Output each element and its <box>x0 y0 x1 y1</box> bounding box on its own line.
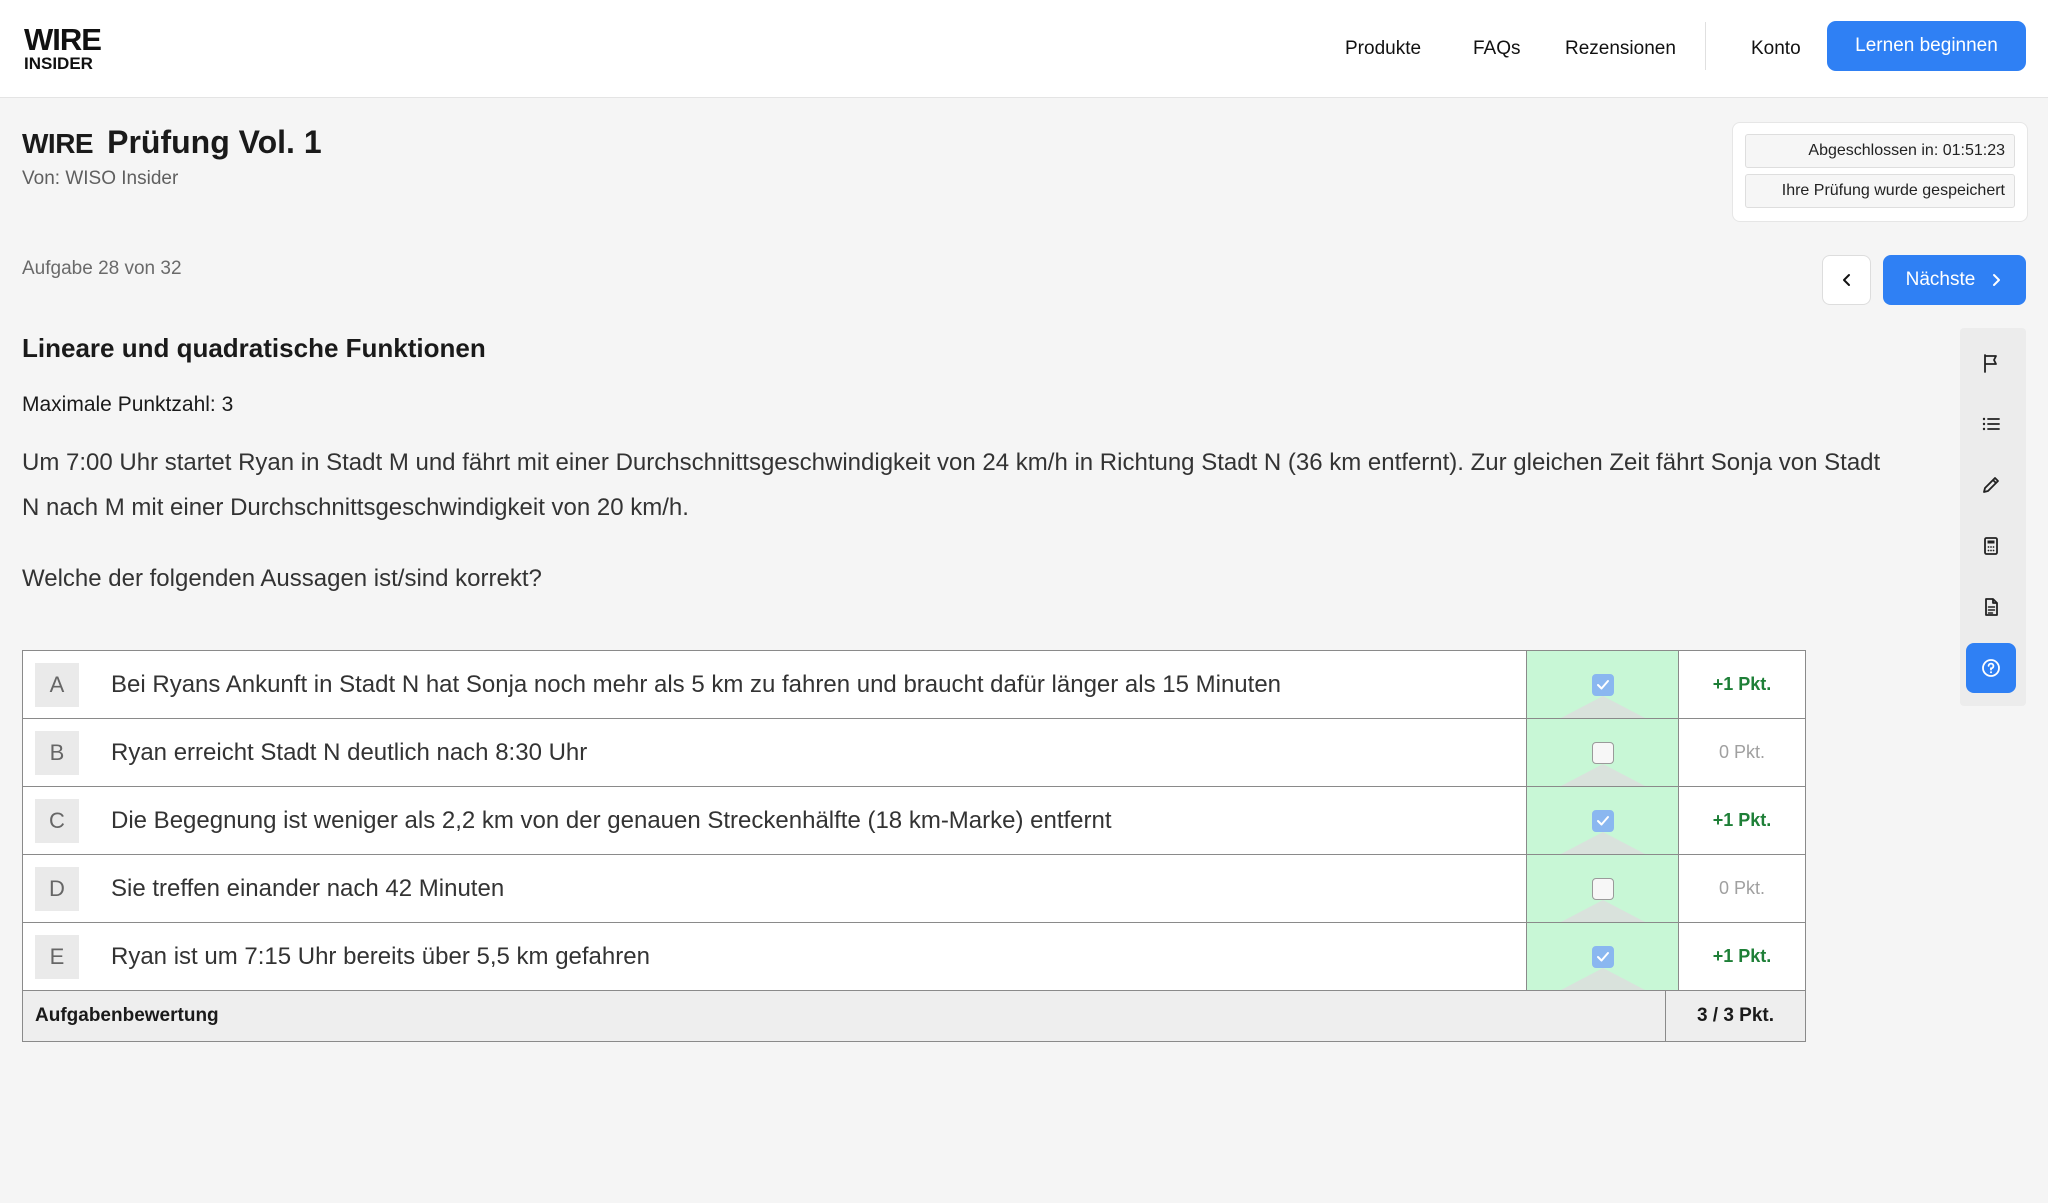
answer-letter-cell: C <box>23 787 111 854</box>
answer-points: +1 Pkt. <box>1712 674 1772 694</box>
exam-author: Von: WISO Insider <box>22 168 179 189</box>
document-tool-button[interactable] <box>1966 582 2016 632</box>
document-icon <box>1985 598 1998 616</box>
answer-checkbox[interactable] <box>1591 809 1614 832</box>
score-label: Aufgabenbewertung <box>23 991 1666 1041</box>
exam-name: Prüfung Vol. 1 <box>107 124 322 160</box>
list-icon <box>1982 417 2000 431</box>
top-navigation-bar: WIRE INSIDER Produkte FAQs Rezensionen K… <box>0 0 2048 98</box>
answer-text: Die Begegnung ist weniger als 2,2 km von… <box>111 806 1112 834</box>
chevron-right-icon <box>1993 274 2001 286</box>
nav-link-account[interactable]: Konto <box>1751 0 1801 98</box>
task-counter: Aufgabe 28 von 32 <box>22 258 182 279</box>
answer-letter: E <box>35 934 79 979</box>
answer-check-cell <box>1526 787 1679 854</box>
flag-icon <box>1984 354 1997 373</box>
chevron-left-icon <box>1842 274 1850 286</box>
start-learning-button[interactable]: Lernen beginnen <box>1827 21 2026 71</box>
next-task-button[interactable]: Nächste <box>1883 255 2026 305</box>
answer-text: Ryan erreicht Stadt N deutlich nach 8:30… <box>111 738 588 766</box>
answer-letter-cell: D <box>23 855 111 922</box>
cell-triangle-decoration <box>1560 968 1645 990</box>
answer-checkbox[interactable] <box>1591 877 1614 900</box>
answer-check-cell <box>1526 651 1679 718</box>
help-tool-button[interactable] <box>1966 643 2016 693</box>
next-button-label: Nächste <box>1905 269 1976 290</box>
logo-line-2: INSIDER <box>24 54 93 73</box>
question-text: Um 7:00 Uhr startet Ryan in Stadt M und … <box>22 449 1881 521</box>
answer-row-d: D Sie treffen einander nach 42 Minuten 0… <box>23 855 1805 923</box>
tool-sidebar <box>1960 328 2026 706</box>
cell-triangle-decoration <box>1560 832 1645 854</box>
answer-checkbox[interactable] <box>1591 673 1614 696</box>
answer-table: A Bei Ryans Ankunft in Stadt N hat Sonja… <box>22 650 1806 1042</box>
answer-letter-cell: E <box>23 923 111 990</box>
help-icon <box>1982 659 2000 677</box>
answer-row-e: E Ryan ist um 7:15 Uhr bereits über 5,5 … <box>23 923 1805 991</box>
flag-tool-button[interactable] <box>1966 338 2016 388</box>
exam-brand: WIRE <box>22 128 94 159</box>
pencil-tool-button[interactable] <box>1966 460 2016 510</box>
score-value: 3 / 3 Pkt. <box>1696 1005 1775 1026</box>
question-prompt: Welche der folgenden Aussagen ist/sind k… <box>22 565 542 592</box>
list-tool-button[interactable] <box>1966 399 2016 449</box>
calculator-icon <box>1984 537 1998 555</box>
answer-points: +1 Pkt. <box>1712 810 1772 830</box>
answer-row-c: C Die Begegnung ist weniger als 2,2 km v… <box>23 787 1805 855</box>
check-icon <box>1596 679 1609 689</box>
logo-line-1: WIRE <box>24 22 102 57</box>
answer-letter: B <box>35 730 79 775</box>
calculator-tool-button[interactable] <box>1966 521 2016 571</box>
nav-divider <box>1705 22 1706 70</box>
check-icon <box>1596 815 1609 825</box>
nav-link-products[interactable]: Produkte <box>1345 0 1421 98</box>
answer-check-cell <box>1526 719 1679 786</box>
answer-points: +1 Pkt. <box>1712 946 1772 966</box>
check-icon <box>1596 951 1609 961</box>
pencil-icon <box>1983 477 1999 493</box>
previous-task-button[interactable] <box>1822 255 1871 305</box>
answer-letter: C <box>35 798 79 843</box>
answer-letter-cell: A <box>23 651 111 718</box>
answer-row-a: A Bei Ryans Ankunft in Stadt N hat Sonja… <box>23 651 1805 719</box>
wire-insider-logo[interactable]: WIRE INSIDER <box>24 24 110 72</box>
answer-text: Ryan ist um 7:15 Uhr bereits über 5,5 km… <box>111 942 650 970</box>
answer-text: Sie treffen einander nach 42 Minuten <box>111 874 505 902</box>
question-topic: Lineare und quadratische Funktionen <box>22 333 486 363</box>
answer-letter: D <box>35 866 79 911</box>
exam-title: WIRE Prüfung Vol. 1 <box>22 124 322 161</box>
answer-text: Bei Ryans Ankunft in Stadt N hat Sonja n… <box>111 670 1282 698</box>
cell-triangle-decoration <box>1560 764 1645 786</box>
cell-triangle-decoration <box>1560 696 1645 718</box>
answer-points: 0 Pkt. <box>1718 878 1766 898</box>
answer-row-b: B Ryan erreicht Stadt N deutlich nach 8:… <box>23 719 1805 787</box>
answer-letter: A <box>35 662 79 707</box>
answer-check-cell <box>1526 855 1679 922</box>
cell-triangle-decoration <box>1560 900 1645 922</box>
saved-status: Ihre Prüfung wurde gespeichert <box>1745 174 2015 208</box>
answer-points: 0 Pkt. <box>1718 742 1766 762</box>
question-max-points: Maximale Punktzahl: 3 <box>22 393 234 416</box>
nav-link-faqs[interactable]: FAQs <box>1473 0 1521 98</box>
score-row: Aufgabenbewertung 3 / 3 Pkt. <box>23 991 1805 1041</box>
answer-checkbox[interactable] <box>1591 945 1614 968</box>
completion-time-status: Abgeschlossen in: 01:51:23 <box>1745 134 2015 168</box>
nav-link-reviews[interactable]: Rezensionen <box>1565 0 1676 98</box>
answer-letter-cell: B <box>23 719 111 786</box>
exam-status-card: Abgeschlossen in: 01:51:23 Ihre Prüfung … <box>1732 122 2028 222</box>
answer-check-cell <box>1526 923 1679 990</box>
answer-checkbox[interactable] <box>1591 741 1614 764</box>
